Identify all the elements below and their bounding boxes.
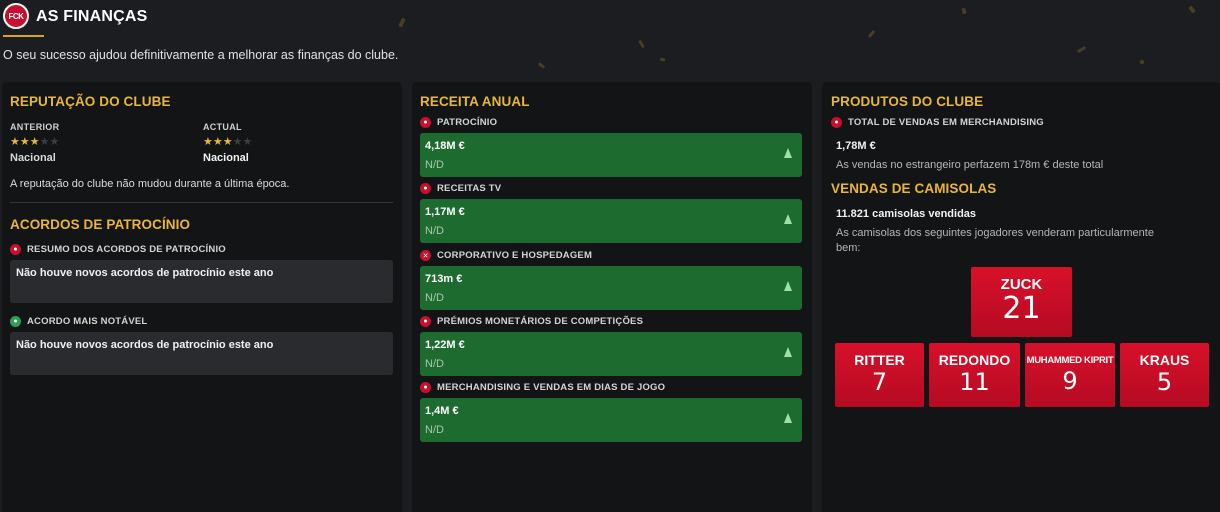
header: FCK AS FINANÇAS O seu sucesso ajudou def…: [0, 0, 1220, 80]
revenue-category-header: ● PATROCÍNIO: [420, 117, 497, 128]
sponsorship-summary-box: Não houve novos acordos de patrocínio es…: [10, 260, 393, 303]
player-shirt-name: RITTER: [854, 352, 905, 368]
revenue-category-header: ✕ CORPORATIVO E HOSPEDAGEM: [420, 250, 592, 261]
current-label: ACTUAL: [203, 122, 242, 132]
merch-header: ● TOTAL DE VENDAS EM MERCHANDISING: [831, 117, 1044, 128]
player-shirt-name: REDONDO: [938, 352, 1011, 368]
revenue-value: 1,4M €: [425, 405, 459, 417]
revenue-change: N/D: [425, 424, 444, 436]
revenue-category-header: ● PRÉMIOS MONETÁRIOS DE COMPETIÇÕES: [420, 316, 643, 327]
revenue-item[interactable]: 4,18M € N/D: [420, 133, 802, 177]
shirt-icon: ●: [831, 117, 842, 128]
page-title: AS FINANÇAS: [36, 8, 148, 25]
medal-icon: ●: [420, 316, 431, 327]
merch-total-value: 1,78M €: [836, 140, 876, 152]
sponsorship-summary-header: ● RESUMO DOS ACORDOS DE PATROCÍNIO: [10, 244, 226, 255]
shirts-count: 11.821 camisolas vendidas: [836, 208, 977, 220]
player-shirt-number: 21: [1002, 291, 1041, 326]
sponsorship-icon: ●: [420, 117, 431, 128]
revenue-change: N/D: [425, 225, 444, 237]
club-crest-icon: FCK: [3, 3, 29, 29]
products-title: PRODUTOS DO CLUBE: [831, 94, 984, 109]
shirt-icon: ●: [420, 382, 431, 393]
revenue-item[interactable]: 1,17M € N/D: [420, 199, 802, 243]
player-shirt-name: MUHAMMED KIPRIT: [1026, 355, 1114, 366]
merch-foreign-note: As vendas no estrangeiro perfazem 178m €…: [836, 159, 1104, 171]
reputation-note: A reputação do clube não mudou durante a…: [10, 178, 290, 190]
revenue-category-label: RECEITAS TV: [437, 183, 502, 194]
revenue-category-header: ● MERCHANDISING E VENDAS EM DIAS DE JOGO: [420, 382, 665, 393]
notable-deal-label: ACORDO MAIS NOTÁVEL: [27, 316, 148, 327]
previous-stars: ★★★★★: [10, 136, 60, 148]
player-shirt[interactable]: MUHAMMED KIPRIT 9: [1025, 343, 1115, 407]
trend-up-icon: [784, 214, 792, 224]
previous-label: ANTERIOR: [10, 122, 60, 132]
revenue-change: N/D: [425, 292, 444, 304]
revenue-value: 4,18M €: [425, 140, 465, 152]
current-stars: ★★★★★: [203, 136, 253, 148]
section-divider: [10, 202, 393, 203]
revenue-item[interactable]: 1,4M € N/D: [420, 398, 802, 442]
revenue-item[interactable]: 1,22M € N/D: [420, 332, 802, 376]
sponsorship-title: ACORDOS DE PATROCÍNIO: [10, 217, 191, 232]
cutlery-icon: ✕: [420, 250, 431, 261]
player-shirt[interactable]: RITTER 7: [835, 343, 924, 407]
reputation-title: REPUTAÇÃO DO CLUBE: [10, 94, 171, 109]
revenue-category-label: PRÉMIOS MONETÁRIOS DE COMPETIÇÕES: [437, 316, 644, 327]
handshake-icon: ●: [10, 316, 21, 327]
current-reputation-value: Nacional: [203, 152, 249, 164]
player-shirt-number: 7: [871, 368, 888, 396]
handshake-icon: ●: [10, 244, 21, 255]
revenue-category-header: ● RECEITAS TV: [420, 183, 501, 194]
player-shirt-name: KRAUS: [1139, 352, 1190, 368]
shirts-note: As camisolas dos seguintes jogadores ven…: [836, 227, 1154, 254]
sponsorship-summary-text: Não houve novos acordos de patrocínio es…: [16, 267, 274, 279]
player-shirt[interactable]: ZUCK 21: [971, 267, 1072, 337]
tv-icon: ●: [420, 183, 431, 194]
trend-up-icon: [784, 347, 792, 357]
trend-up-icon: [784, 148, 792, 158]
notable-deal-box: Não houve novos acordos de patrocínio es…: [10, 332, 393, 375]
club-products-panel: PRODUTOS DO CLUBE ● TOTAL DE VENDAS EM M…: [822, 82, 1220, 512]
player-shirt[interactable]: KRAUS 5: [1120, 343, 1209, 407]
annual-revenue-panel: RECEITA ANUAL ● PATROCÍNIO 4,18M € N/D ●…: [412, 82, 812, 512]
revenue-title: RECEITA ANUAL: [420, 94, 530, 109]
notable-deal-header: ● ACORDO MAIS NOTÁVEL: [10, 316, 147, 327]
revenue-value: 1,17M €: [425, 206, 465, 218]
revenue-category-label: MERCHANDISING E VENDAS EM DIAS DE JOGO: [437, 382, 666, 393]
revenue-value: 1,22M €: [425, 339, 465, 351]
trend-up-icon: [784, 413, 792, 423]
notable-deal-text: Não houve novos acordos de patrocínio es…: [16, 339, 274, 351]
revenue-category-label: PATROCÍNIO: [437, 117, 498, 128]
previous-reputation-value: Nacional: [10, 152, 56, 164]
revenue-change: N/D: [425, 358, 444, 370]
player-shirt[interactable]: REDONDO 11: [929, 343, 1020, 407]
shirts-title: VENDAS DE CAMISOLAS: [831, 181, 997, 196]
page-subtitle: O seu sucesso ajudou definitivamente a m…: [3, 48, 399, 62]
player-shirt-number: 5: [1156, 368, 1173, 396]
merch-label: TOTAL DE VENDAS EM MERCHANDISING: [848, 117, 1044, 128]
player-shirt-number: 11: [959, 368, 990, 396]
revenue-item[interactable]: 713m € N/D: [420, 266, 802, 310]
revenue-category-label: CORPORATIVO E HOSPEDAGEM: [437, 250, 593, 261]
revenue-value: 713m €: [425, 273, 463, 285]
revenue-change: N/D: [425, 159, 444, 171]
title-underline: [3, 35, 44, 37]
sponsorship-summary-label: RESUMO DOS ACORDOS DE PATROCÍNIO: [27, 244, 226, 255]
player-shirt-number: 9: [1062, 367, 1078, 395]
reputation-sponsorship-panel: REPUTAÇÃO DO CLUBE ANTERIOR ★★★★★ Nacion…: [2, 82, 402, 512]
trend-up-icon: [784, 281, 792, 291]
